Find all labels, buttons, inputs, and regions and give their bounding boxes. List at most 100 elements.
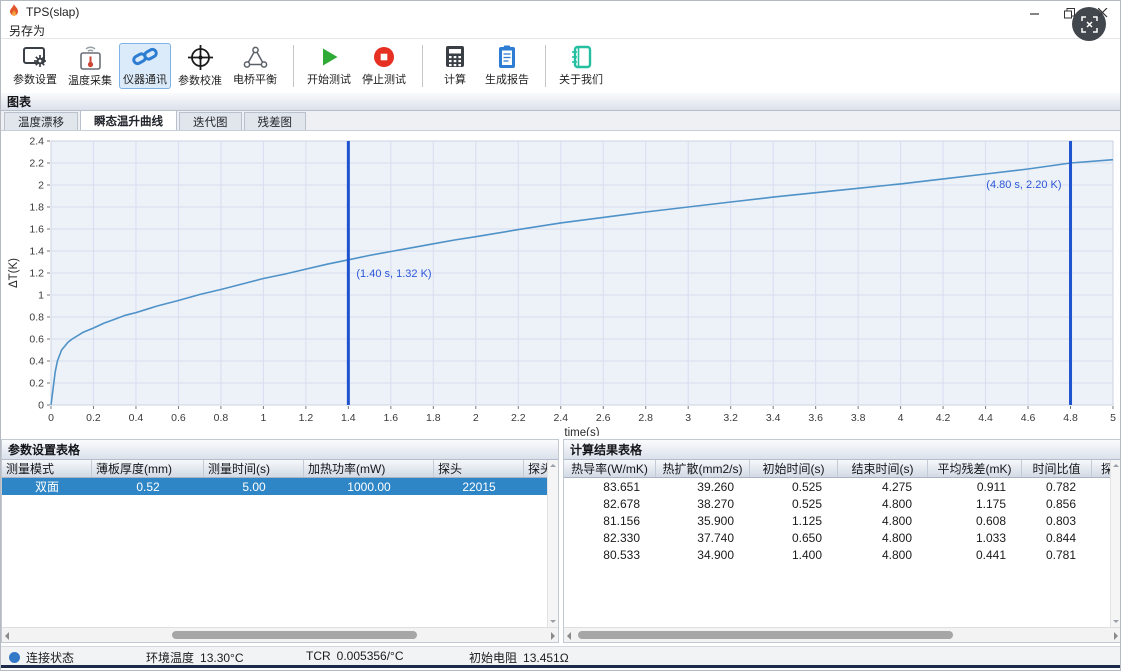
- toolbar-button-temperature-acquisition[interactable]: 温度采集: [64, 43, 116, 89]
- svg-text:0.4: 0.4: [29, 356, 44, 368]
- stop-icon: [372, 45, 396, 70]
- toolbar-button-about-us[interactable]: 关于我们: [555, 43, 607, 89]
- toolbar-button-instrument-communication[interactable]: 仪器通讯: [119, 43, 171, 89]
- column-header[interactable]: 结束时间(s): [838, 460, 928, 477]
- toolbar-button-bridge-balance[interactable]: 电桥平衡: [229, 43, 281, 89]
- connection-status-label: 连接状态: [26, 649, 74, 666]
- svg-text:3: 3: [685, 412, 691, 424]
- table-cell: 4.275: [838, 478, 928, 495]
- table-cell: 4.800: [838, 529, 928, 546]
- svg-text:5: 5: [1110, 412, 1116, 424]
- cursor-annotation: (4.80 s, 2.20 K): [986, 179, 1061, 191]
- scroll-right-icon[interactable]: [551, 632, 555, 640]
- table-header-row: 测量模式薄板厚度(mm)测量时间(s)加热功率(mW)探头探头规: [2, 460, 558, 478]
- window-title: TPS(slap): [26, 5, 79, 19]
- tab-residual-plot[interactable]: 残差图: [244, 112, 307, 130]
- table-row[interactable]: 83.65139.2600.5254.2750.9110.78225: [564, 478, 1121, 495]
- toolbar-separator: [422, 45, 423, 87]
- params-horizontal-scrollbar[interactable]: [2, 627, 558, 642]
- minimize-button[interactable]: [1018, 1, 1052, 25]
- table-cell: 4.800: [838, 546, 928, 563]
- transient-temperature-chart[interactable]: 00.20.40.60.811.21.41.61.822.22.42.62.83…: [1, 131, 1121, 436]
- svg-text:2: 2: [473, 412, 479, 424]
- table-cell: 0.782: [1022, 478, 1092, 495]
- toolbar-button-stop-test[interactable]: 停止测试: [358, 43, 410, 89]
- svg-text:1: 1: [260, 412, 266, 424]
- chain-link-icon: [131, 45, 159, 70]
- table-cell: 81.156: [564, 512, 656, 529]
- toolbar-button-parameter-settings[interactable]: 参数设置: [9, 43, 61, 89]
- params-table: 测量模式薄板厚度(mm)测量时间(s)加热功率(mW)探头探头规 双面0.525…: [2, 460, 558, 627]
- toolbar-button-label: 仪器通讯: [123, 71, 167, 87]
- table-row[interactable]: 82.67838.2700.5254.8001.1750.85627: [564, 495, 1121, 512]
- table-row[interactable]: 81.15635.9001.1254.8000.6080.80326: [564, 512, 1121, 529]
- svg-text:4: 4: [898, 412, 904, 424]
- scroll-down-icon[interactable]: [1113, 620, 1119, 623]
- toolbar-button-calculate[interactable]: 计算: [432, 43, 478, 89]
- toolbar-button-start-test[interactable]: 开始测试: [303, 43, 355, 89]
- svg-text:2.2: 2.2: [511, 412, 526, 424]
- table-cell: 0.803: [1022, 512, 1092, 529]
- svg-text:1: 1: [38, 290, 44, 302]
- toolbar-button-label: 参数设置: [13, 71, 57, 87]
- scrollbar-thumb[interactable]: [172, 631, 417, 639]
- table-row[interactable]: 双面0.525.001000.0022015: [2, 478, 558, 495]
- tab-iteration-plot[interactable]: 迭代图: [179, 112, 242, 130]
- scroll-right-icon[interactable]: [1114, 632, 1118, 640]
- table-cell: 1.400: [750, 546, 838, 563]
- svg-text:4.8: 4.8: [1063, 412, 1078, 424]
- table-cell: 0.844: [1022, 529, 1092, 546]
- table-row[interactable]: 80.53334.9001.4004.8000.4410.78125: [564, 546, 1121, 563]
- menu-save-as[interactable]: 另存为: [9, 22, 45, 39]
- screen-capture-overlay-button[interactable]: [1072, 7, 1106, 41]
- flame-app-icon: [8, 4, 20, 21]
- column-header[interactable]: 薄板厚度(mm): [92, 460, 204, 477]
- toolbar-separator: [545, 45, 546, 87]
- column-header[interactable]: 探头: [434, 460, 524, 477]
- scrollbar-thumb[interactable]: [578, 631, 953, 639]
- results-horizontal-scrollbar[interactable]: [564, 627, 1121, 642]
- table-cell: 35.900: [656, 512, 750, 529]
- ambient-temperature-label: 环境温度: [146, 649, 194, 666]
- column-header[interactable]: 热扩散(mm2/s): [656, 460, 750, 477]
- column-header[interactable]: 时间比值: [1022, 460, 1092, 477]
- tab-transient-temperature-rise[interactable]: 瞬态温升曲线: [80, 110, 177, 130]
- scroll-up-icon[interactable]: [550, 464, 556, 467]
- svg-text:2.2: 2.2: [29, 158, 44, 170]
- initial-resistance-value: 13.451Ω: [523, 651, 569, 665]
- column-header[interactable]: 热导率(W/mK): [564, 460, 656, 477]
- table-cell: 0.52: [92, 478, 204, 495]
- table-cell: 22015: [434, 478, 524, 495]
- svg-text:1.6: 1.6: [384, 412, 399, 424]
- scroll-left-icon[interactable]: [567, 632, 571, 640]
- toolbar-button-generate-report[interactable]: 生成报告: [481, 43, 533, 89]
- scroll-down-icon[interactable]: [550, 620, 556, 623]
- x-axis: 00.20.40.60.811.21.41.61.822.22.42.62.83…: [48, 406, 1116, 424]
- table-cell: 80.533: [564, 546, 656, 563]
- column-header[interactable]: 测量时间(s): [204, 460, 304, 477]
- svg-text:1.2: 1.2: [29, 268, 44, 280]
- toolbar-button-parameter-calibration[interactable]: 参数校准: [174, 43, 226, 89]
- results-vertical-scrollbar[interactable]: [1110, 460, 1121, 627]
- svg-text:3.6: 3.6: [808, 412, 823, 424]
- column-header[interactable]: 加热功率(mW): [304, 460, 434, 477]
- y-axis: 00.20.40.60.811.21.41.61.822.22.4: [29, 136, 50, 412]
- scroll-left-icon[interactable]: [5, 632, 9, 640]
- svg-text:4.6: 4.6: [1021, 412, 1036, 424]
- params-vertical-scrollbar[interactable]: [547, 460, 558, 627]
- svg-text:2.4: 2.4: [29, 136, 44, 148]
- column-header[interactable]: 初始时间(s): [750, 460, 838, 477]
- column-header[interactable]: 测量模式: [2, 460, 92, 477]
- svg-text:0: 0: [38, 400, 44, 412]
- table-row[interactable]: 82.33037.7400.6504.8001.0330.84426: [564, 529, 1121, 546]
- scroll-up-icon[interactable]: [1113, 464, 1119, 467]
- ambient-temperature-value: 13.30°C: [200, 651, 244, 665]
- tab-temperature-drift[interactable]: 温度漂移: [4, 112, 78, 130]
- table-cell: 0.525: [750, 478, 838, 495]
- params-panel: 参数设置表格 测量模式薄板厚度(mm)测量时间(s)加热功率(mW)探头探头规 …: [1, 439, 559, 643]
- column-header[interactable]: 平均残差(mK): [928, 460, 1022, 477]
- results-panel: 计算结果表格 热导率(W/mK)热扩散(mm2/s)初始时间(s)结束时间(s)…: [563, 439, 1121, 643]
- title-bar: TPS(slap): [1, 1, 1120, 23]
- table-cell: 82.678: [564, 495, 656, 512]
- svg-text:2: 2: [38, 180, 44, 192]
